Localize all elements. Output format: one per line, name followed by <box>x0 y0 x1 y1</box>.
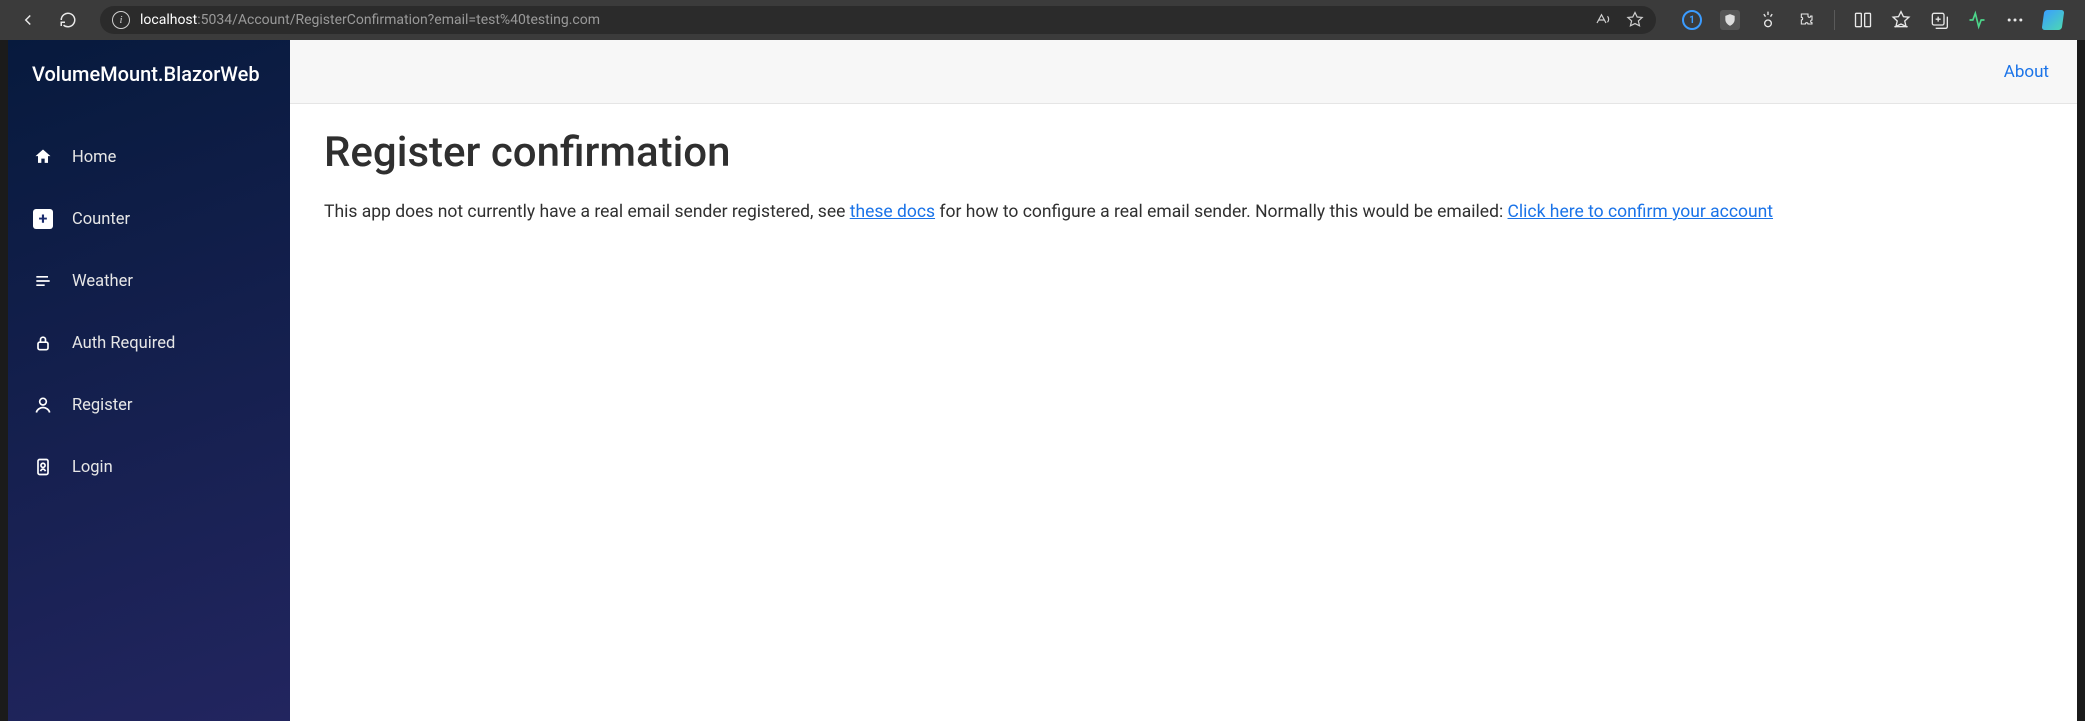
copilot-icon[interactable] <box>2042 10 2065 30</box>
page-title: Register confirmation <box>324 128 2043 177</box>
chrome-right-icons: 1 <box>1672 10 2073 30</box>
docs-link[interactable]: these docs <box>850 202 935 222</box>
favorite-star-icon[interactable] <box>1626 11 1644 29</box>
sidebar-nav: Home + Counter Weather Auth Required <box>8 108 290 498</box>
sidebar-item-auth[interactable]: Auth Required <box>8 312 290 374</box>
refresh-button[interactable] <box>52 4 84 36</box>
sidebar-item-weather[interactable]: Weather <box>8 250 290 312</box>
page-text: This app does not currently have a real … <box>324 202 850 222</box>
extension-darkmode-icon[interactable] <box>1758 10 1778 30</box>
list-icon <box>32 270 54 292</box>
sidebar-item-register[interactable]: Register <box>8 374 290 436</box>
lock-icon <box>32 332 54 354</box>
extension-ublock-icon[interactable] <box>1720 10 1740 30</box>
brand-title: VolumeMount.BlazorWeb <box>8 40 290 108</box>
confirm-account-link[interactable]: Click here to confirm your account <box>1508 202 1773 222</box>
split-screen-icon[interactable] <box>1853 10 1873 30</box>
page-text: for how to configure a real email sender… <box>935 202 1507 222</box>
site-info-icon[interactable]: i <box>112 11 130 29</box>
more-icon[interactable] <box>2005 10 2025 30</box>
extensions-icon[interactable] <box>1796 10 1816 30</box>
page-paragraph: This app does not currently have a real … <box>324 199 2043 225</box>
collections-icon[interactable] <box>1929 10 1949 30</box>
app-root: VolumeMount.BlazorWeb Home + Counter Wea… <box>8 40 2077 721</box>
extension-1password-icon[interactable]: 1 <box>1682 10 1702 30</box>
sidebar-item-label: Weather <box>72 272 133 291</box>
person-icon <box>32 394 54 416</box>
sidebar-item-label: Counter <box>72 210 130 229</box>
url-bar[interactable]: i localhost:5034/Account/RegisterConfirm… <box>100 6 1656 34</box>
topbar: About <box>290 40 2077 104</box>
page-body: Register confirmation This app does not … <box>290 104 2077 249</box>
sidebar-item-label: Register <box>72 396 132 415</box>
sidebar: VolumeMount.BlazorWeb Home + Counter Wea… <box>8 40 290 721</box>
badge-icon <box>32 456 54 478</box>
browser-chrome: i localhost:5034/Account/RegisterConfirm… <box>0 0 2085 40</box>
read-aloud-icon[interactable] <box>1594 11 1612 29</box>
sidebar-item-counter[interactable]: + Counter <box>8 188 290 250</box>
back-button[interactable] <box>12 4 44 36</box>
about-link[interactable]: About <box>2004 62 2049 82</box>
home-icon <box>32 146 54 168</box>
sidebar-item-login[interactable]: Login <box>8 436 290 498</box>
plus-icon: + <box>32 208 54 230</box>
performance-icon[interactable] <box>1967 10 1987 30</box>
sidebar-item-home[interactable]: Home <box>8 126 290 188</box>
sidebar-item-label: Auth Required <box>72 334 175 353</box>
main-content: About Register confirmation This app doe… <box>290 40 2077 721</box>
sidebar-item-label: Login <box>72 458 113 477</box>
favorites-icon[interactable] <box>1891 10 1911 30</box>
sidebar-item-label: Home <box>72 148 116 167</box>
separator <box>1834 10 1835 30</box>
url-text: localhost:5034/Account/RegisterConfirmat… <box>140 12 1584 28</box>
